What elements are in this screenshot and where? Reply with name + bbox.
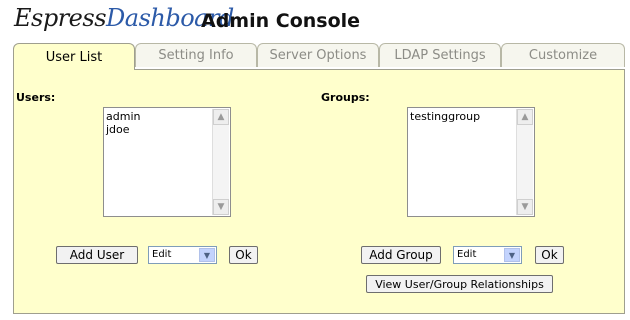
users-listbox[interactable]: admin jdoe ▲ ▼ [103, 107, 231, 217]
user-list-panel: Users: admin jdoe ▲ ▼ Add User Edit ▼ Ok… [13, 69, 625, 314]
tab-setting-info[interactable]: Setting Info [135, 43, 257, 67]
tab-customize[interactable]: Customize [501, 43, 625, 67]
users-scrollbar[interactable]: ▲ ▼ [212, 109, 229, 215]
tab-user-list[interactable]: User List [13, 43, 135, 70]
tab-bar: User List Setting Info Server Options LD… [13, 43, 625, 70]
scroll-down-arrow-icon[interactable]: ▼ [213, 199, 229, 215]
add-group-button[interactable]: Add Group [361, 246, 441, 264]
scroll-up-arrow-icon[interactable]: ▲ [517, 109, 533, 125]
chevron-down-icon[interactable]: ▼ [504, 248, 520, 262]
user-ok-button[interactable]: Ok [229, 246, 258, 264]
page-title: Admin Console [201, 10, 361, 32]
view-relationships-button[interactable]: View User/Group Relationships [366, 275, 553, 293]
users-label: Users: [16, 91, 56, 104]
list-item[interactable]: testinggroup [410, 110, 516, 123]
header: EspressDashboard Admin Console [0, 0, 630, 40]
user-action-select-value: Edit [152, 249, 172, 260]
tab-server-options[interactable]: Server Options [257, 43, 379, 67]
groups-scrollbar[interactable]: ▲ ▼ [516, 109, 533, 215]
group-action-select-value: Edit [457, 249, 477, 260]
add-user-button[interactable]: Add User [56, 246, 138, 264]
groups-listbox[interactable]: testinggroup ▲ ▼ [407, 107, 535, 217]
group-action-select[interactable]: Edit ▼ [453, 246, 522, 264]
list-item[interactable]: admin [106, 110, 212, 123]
tab-ldap-settings[interactable]: LDAP Settings [379, 43, 501, 67]
group-ok-button[interactable]: Ok [535, 246, 564, 264]
scroll-down-arrow-icon[interactable]: ▼ [517, 199, 533, 215]
scroll-up-arrow-icon[interactable]: ▲ [213, 109, 229, 125]
groups-label: Groups: [321, 91, 370, 104]
chevron-down-icon[interactable]: ▼ [199, 248, 215, 262]
list-item[interactable]: jdoe [106, 123, 212, 136]
user-action-select[interactable]: Edit ▼ [148, 246, 217, 264]
logo-part-espress: Espress [14, 4, 107, 32]
